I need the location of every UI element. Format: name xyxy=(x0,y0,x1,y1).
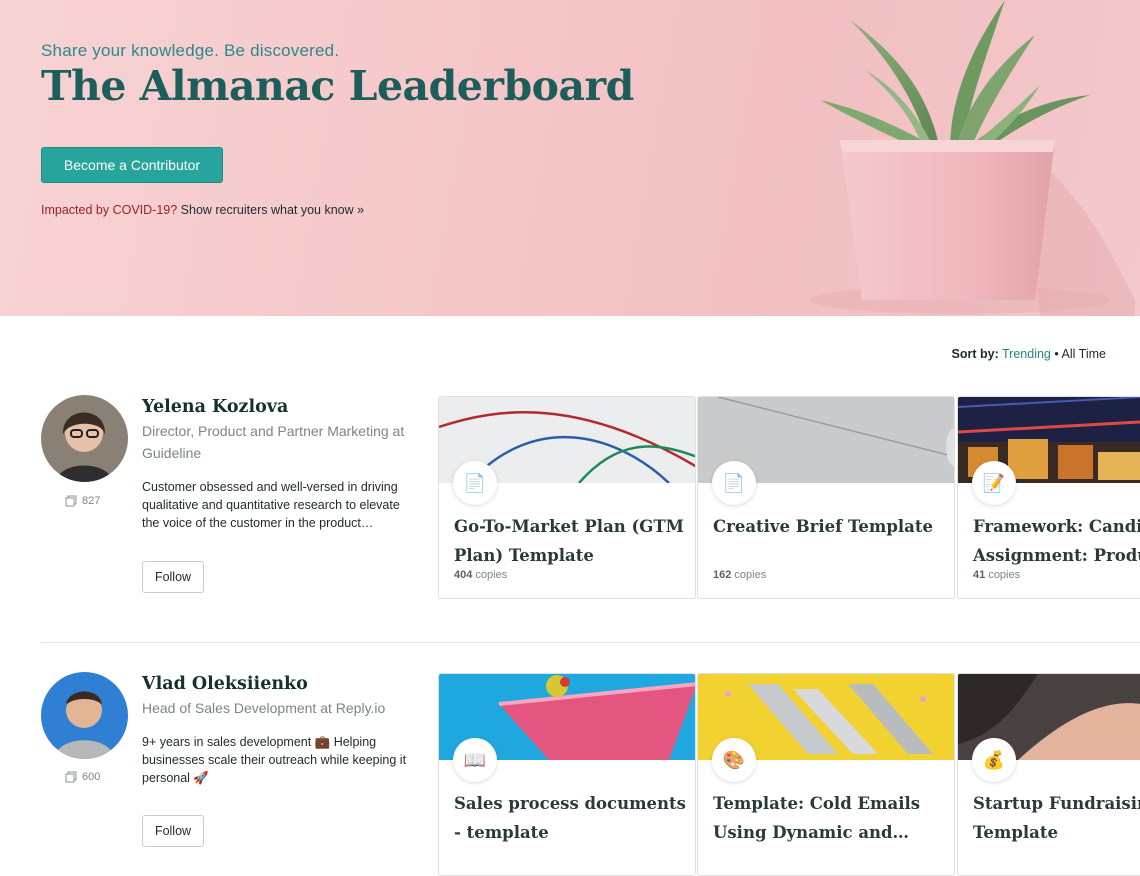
contributor-role: Head of Sales Development at Reply.io xyxy=(142,700,386,716)
document-card[interactable]: 🎨 Template: Cold Emails Using Dynamic an… xyxy=(697,673,955,876)
avatar[interactable] xyxy=(41,395,128,482)
hero-tagline: Share your knowledge. Be discovered. xyxy=(41,41,340,60)
become-contributor-button[interactable]: Become a Contributor xyxy=(41,147,223,183)
card-title: Template: Cold Emails Using Dynamic and… xyxy=(713,794,921,842)
document-card[interactable]: 📝 Framework: Candidate Assignment: Produ… xyxy=(957,396,1140,599)
contributor-bio: Customer obsessed and well-versed in dri… xyxy=(142,480,400,530)
card-title: Creative Brief Template xyxy=(713,517,933,536)
contributor-copies: 600 xyxy=(65,771,100,783)
contributor-name[interactable]: Vlad Oleksiienko xyxy=(142,674,308,694)
document-card[interactable]: 💰 Startup Fundraising Email Template xyxy=(957,673,1140,876)
follow-button[interactable]: Follow xyxy=(142,561,204,593)
money-bag-icon: 💰 xyxy=(972,738,1016,782)
sort-separator: • xyxy=(1054,347,1059,361)
copies-icon xyxy=(65,771,77,783)
document-card[interactable]: 📄 Creative Brief Template 162 copies xyxy=(697,396,955,599)
covid-prefix: Impacted by COVID-19? xyxy=(41,203,178,217)
contributor-role: Director, Product and Partner Marketing … xyxy=(142,423,405,461)
sort-control: Sort by: Trending • All Time xyxy=(952,347,1106,361)
copies-count-value: 600 xyxy=(82,771,101,783)
show-recruiters-link[interactable]: Show recruiters what you know » xyxy=(181,203,364,217)
card-title: Sales process documents - template xyxy=(454,794,686,842)
palette-icon: 🎨 xyxy=(712,738,756,782)
plant-illustration xyxy=(810,0,1135,316)
memo-icon: 📝 xyxy=(972,461,1016,505)
card-title: Startup Fundraising Email Template xyxy=(973,794,1140,842)
sort-option-trending[interactable]: Trending xyxy=(1002,347,1051,361)
row-divider xyxy=(41,642,1140,643)
page-title: The Almanac Leaderboard xyxy=(41,62,634,110)
document-card[interactable]: 📖 Sales process documents - template xyxy=(438,673,696,876)
card-title: Framework: Candidate Assignment: Product xyxy=(973,517,1140,565)
book-icon: 📖 xyxy=(453,738,497,782)
sort-label: Sort by: xyxy=(951,347,999,361)
covid-notice: Impacted by COVID-19? Show recruiters wh… xyxy=(41,203,364,217)
contributor-bio: 9+ years in sales development 💼 Helping … xyxy=(142,735,407,785)
document-card[interactable]: 📄 Go-To-Market Plan (GTM Plan) Template … xyxy=(438,396,696,599)
contributor-name[interactable]: Yelena Kozlova xyxy=(142,397,288,417)
copies-icon xyxy=(65,495,77,507)
avatar[interactable] xyxy=(41,672,128,759)
hero-banner: Share your knowledge. Be discovered. The… xyxy=(0,0,1140,316)
card-title: Go-To-Market Plan (GTM Plan) Template xyxy=(454,517,684,565)
document-icon: 📄 xyxy=(453,461,497,505)
copies-count-value: 827 xyxy=(82,495,101,507)
card-copies: 162 copies xyxy=(713,569,767,581)
follow-button[interactable]: Follow xyxy=(142,815,204,847)
document-icon: 📄 xyxy=(712,461,756,505)
contributor-copies: 827 xyxy=(65,495,100,507)
card-copies: 41 copies xyxy=(973,569,1021,581)
card-copies: 404 copies xyxy=(454,569,508,581)
sort-option-all-time[interactable]: All Time xyxy=(1062,347,1106,361)
